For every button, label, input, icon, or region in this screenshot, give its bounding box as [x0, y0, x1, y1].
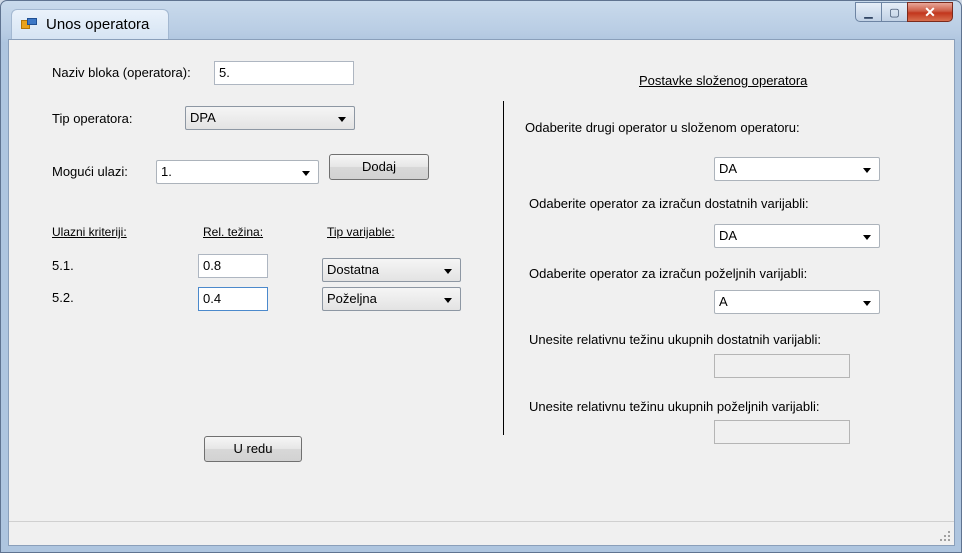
chevron-down-icon [444, 269, 452, 274]
sufficient-weight-input[interactable] [714, 354, 850, 378]
chevron-down-icon [863, 301, 871, 306]
operator-type-select[interactable]: DPA [185, 106, 355, 130]
desirable-operator-label: Odaberite operator za izračun poželjnih … [529, 266, 808, 281]
chevron-down-icon [863, 235, 871, 240]
criterion-weight-input[interactable]: 0.4 [198, 287, 268, 311]
block-name-input[interactable]: 5. [214, 61, 354, 85]
app-icon [21, 18, 37, 32]
chevron-down-icon [863, 168, 871, 173]
composite-settings-title: Postavke složenog operatora [639, 73, 808, 88]
sufficient-weight-label: Unesite relativnu težinu ukupnih dostatn… [529, 332, 821, 347]
desirable-operator-select[interactable]: A [714, 290, 880, 314]
window-controls: ▁ ▢ ✕ [855, 2, 953, 22]
desirable-weight-label: Unesite relativnu težinu ukupnih poželjn… [529, 399, 820, 414]
chevron-down-icon [444, 298, 452, 303]
close-icon: ✕ [924, 3, 936, 20]
criterion-type-value: Dostatna [327, 262, 380, 277]
chevron-down-icon [338, 117, 346, 122]
maximize-icon: ▢ [889, 6, 900, 19]
criterion-type-select[interactable]: Poželjna [322, 287, 461, 311]
criteria-header: Ulazni kriteriji: [52, 225, 127, 239]
criterion-type-select[interactable]: Dostatna [322, 258, 461, 282]
possible-inputs-select[interactable]: 1. [156, 160, 319, 184]
criterion-id: 5.2. [52, 290, 74, 305]
form-client-area: Naziv bloka (operatora): 5. Tip operator… [8, 39, 955, 546]
desirable-operator-value: A [719, 294, 728, 309]
section-divider [503, 101, 504, 435]
close-button[interactable]: ✕ [907, 2, 953, 22]
possible-inputs-label: Mogući ulazi: [52, 164, 128, 179]
criterion-type-value: Poželjna [327, 291, 377, 306]
second-operator-value: DA [719, 161, 738, 176]
sufficient-operator-value: DA [719, 228, 738, 243]
criterion-id: 5.1. [52, 258, 74, 273]
sufficient-operator-label: Odaberite operator za izračun dostatnih … [529, 196, 809, 211]
possible-inputs-value: 1. [161, 164, 172, 179]
variable-type-header: Tip varijable: [327, 225, 395, 239]
block-name-label: Naziv bloka (operatora): [52, 65, 191, 80]
window-title: Unos operatora [46, 16, 150, 33]
chevron-down-icon [302, 171, 310, 176]
minimize-button[interactable]: ▁ [855, 2, 882, 22]
minimize-icon: ▁ [864, 6, 873, 19]
ok-button[interactable]: U redu [204, 436, 302, 462]
sufficient-operator-select[interactable]: DA [714, 224, 880, 248]
main-window: Unos operatora ▁ ▢ ✕ Naziv bloka (operat… [0, 0, 962, 553]
second-operator-select[interactable]: DA [714, 157, 880, 181]
maximize-button[interactable]: ▢ [881, 2, 908, 22]
criterion-weight-input[interactable]: 0.8 [198, 254, 268, 278]
second-operator-label: Odaberite drugi operator u složenom oper… [525, 120, 800, 135]
status-bar [9, 521, 954, 545]
title-bar[interactable]: Unos operatora [11, 9, 169, 39]
resize-grip-icon[interactable] [939, 530, 951, 542]
add-button[interactable]: Dodaj [329, 154, 429, 180]
operator-type-label: Tip operatora: [52, 111, 133, 126]
desirable-weight-input[interactable] [714, 420, 850, 444]
operator-type-value: DPA [190, 110, 216, 125]
weight-header: Rel. težina: [203, 225, 264, 239]
